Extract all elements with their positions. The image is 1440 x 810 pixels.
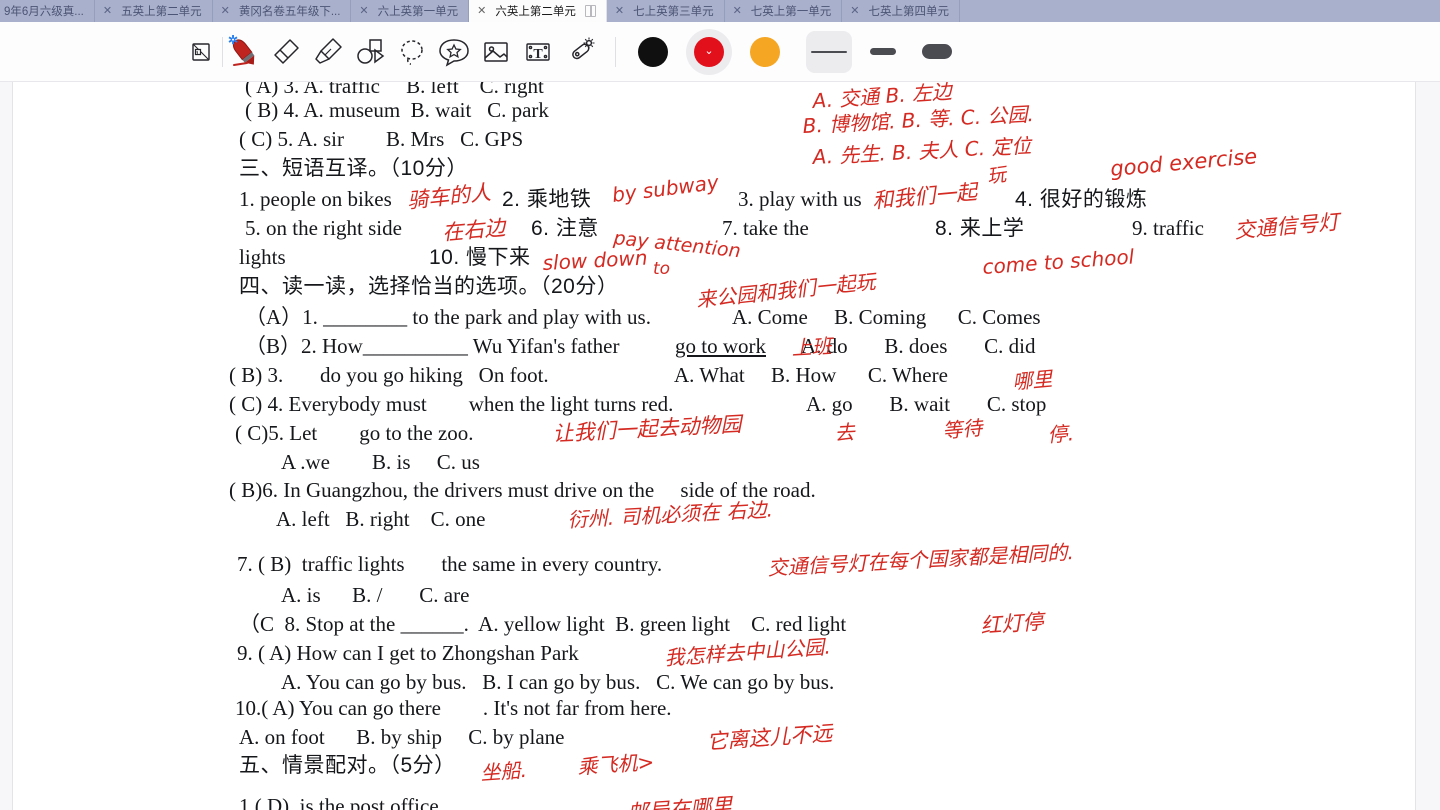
worksheet-line: 6. 注意 <box>531 217 599 240</box>
color-swatch-red[interactable]: ⌄ <box>686 28 732 75</box>
worksheet-line: 10. 慢下来 <box>429 246 531 269</box>
browser-tab-bar[interactable]: 9年6月六级真... ✕ 五英上第二单元 ✕ 黄冈名卷五年级下... ✕ 六上英… <box>0 0 1440 22</box>
worksheet-line: 8. 来上学 <box>935 217 1025 240</box>
close-icon[interactable]: ✕ <box>477 5 486 17</box>
worksheet-line: 五、情景配对。（5分） <box>239 754 456 777</box>
magic-wand-icon[interactable] <box>559 31 601 73</box>
worksheet-line: A .we B. is C. us <box>281 450 480 474</box>
worksheet-line: 9. ( A) How can I get to Zhongshan Park <box>237 641 579 665</box>
worksheet-line: ( B) 3. do you go hiking On foot. <box>229 363 549 387</box>
worksheet-line: A. is B. / C. are <box>281 583 470 607</box>
document-viewport[interactable]: ( A) 3. A. traffic B. left C. right( B) … <box>0 82 1440 810</box>
pen-icon[interactable]: ✲ <box>223 31 265 73</box>
worksheet-line: ( B)6. In Guangzhou, the drivers must dr… <box>229 478 816 502</box>
worksheet-line: A. left B. right C. one <box>276 507 486 531</box>
page-annotate-icon[interactable]: a <box>180 31 222 73</box>
worksheet-line: （A）1. ________ to the park and play with… <box>245 305 651 329</box>
chevron-down-icon: ⌄ <box>704 45 714 57</box>
stroke-width-thin-button[interactable] <box>806 30 852 73</box>
worksheet-line: （B）2. How__________ Wu Yifan's father <box>245 334 625 358</box>
tab-label: 七英上第四单元 <box>868 6 950 18</box>
tab-label: 六上英第一单元 <box>377 6 459 18</box>
worksheet-line: go to work <box>675 334 766 358</box>
text-icon[interactable]: T <box>517 31 559 73</box>
tab-item-active[interactable]: ✕ 六英上第二单元 <box>469 0 607 22</box>
color-swatch-black[interactable] <box>630 29 676 75</box>
color-red-dot: ⌄ <box>694 36 724 67</box>
worksheet-line: 7. ( B) traffic lights the same in every… <box>237 552 663 576</box>
worksheet-line: A. What B. How C. Where <box>674 363 948 387</box>
worksheet-line: 10.( A) You can go there . It's not far … <box>235 696 672 720</box>
stroke-width-thick-button[interactable] <box>914 31 960 73</box>
worksheet-line: A. Come B. Coming C. Comes <box>732 305 1041 329</box>
worksheet-line: 5. on the right side <box>245 216 402 240</box>
worksheet-line: ( A) 3. A. traffic B. left C. right <box>245 82 544 98</box>
worksheet-line: 1. people on bikes <box>239 187 392 211</box>
color-black-dot <box>638 36 668 67</box>
tab-item[interactable]: ✕ 七上英第三单元 <box>606 0 725 22</box>
tab-item[interactable]: ✕ 六上英第一单元 <box>351 0 470 22</box>
tab-label: 五英上第二单元 <box>121 6 202 18</box>
color-orange-dot <box>750 36 780 67</box>
sticker-icon[interactable] <box>433 31 475 73</box>
tab-item[interactable]: ✕ 五英上第二单元 <box>94 0 213 22</box>
worksheet-line: A. go B. wait C. stop <box>806 392 1047 416</box>
stroke-thin-line <box>811 50 847 53</box>
close-icon[interactable]: ✕ <box>850 5 859 17</box>
close-icon[interactable]: ✕ <box>221 5 230 17</box>
worksheet-line: A. on foot B. by ship C. by plane <box>239 725 565 749</box>
tab-label: 六英上第二单元 <box>495 6 576 18</box>
shapes-icon[interactable] <box>349 31 391 73</box>
close-icon[interactable]: ✕ <box>733 5 742 17</box>
worksheet-line: ( C)5. Let go to the zoo. <box>235 421 474 445</box>
color-swatch-orange[interactable] <box>742 29 788 75</box>
worksheet-line: A. You can go by bus. B. I can go by bus… <box>281 670 835 694</box>
svg-text:T: T <box>533 47 543 62</box>
image-icon[interactable] <box>475 31 517 73</box>
tab-label: 七英上第一单元 <box>750 6 832 18</box>
annotation-toolbar[interactable]: a ✲ T ⌄ <box>0 22 1440 82</box>
stroke-width-medium-button[interactable] <box>860 31 906 73</box>
worksheet-line: A. do B. does C. did <box>801 334 1036 358</box>
tab-label: 黄冈名卷五年级下... <box>238 6 341 18</box>
highlighter-icon[interactable] <box>307 31 349 73</box>
worksheet-text-layer: ( A) 3. A. traffic B. left C. right( B) … <box>13 82 1417 810</box>
tab-label: 9年6月六级真... <box>4 6 84 18</box>
tab-item[interactable]: ✕ 黄冈名卷五年级下... <box>212 0 352 22</box>
close-icon[interactable]: ✕ <box>103 5 112 17</box>
worksheet-page: ( A) 3. A. traffic B. left C. right( B) … <box>12 82 1416 810</box>
tab-item[interactable]: ✕ 七英上第一单元 <box>724 0 843 22</box>
worksheet-line: 9. traffic <box>1132 216 1204 240</box>
worksheet-line: ( C) 4. Everybody must when the light tu… <box>229 392 674 416</box>
worksheet-line: 7. take the <box>722 216 809 240</box>
worksheet-line: ( B) 4. A. museum B. wait C. park <box>245 98 549 122</box>
worksheet-line: 四、读一读，选择恰当的选项。（20分） <box>239 275 619 298</box>
worksheet-line: ( C) 5. A. sir B. Mrs C. GPS <box>239 127 524 151</box>
worksheet-line: 2. 乘地铁 <box>502 188 592 211</box>
toolbar-divider <box>615 36 616 67</box>
close-icon[interactable]: ✕ <box>359 5 368 17</box>
svg-text:a: a <box>195 48 199 57</box>
tab-item[interactable]: ✕ 七英上第四单元 <box>842 0 961 22</box>
worksheet-line: lights <box>239 245 286 269</box>
stroke-medium-line <box>870 48 896 55</box>
close-icon[interactable]: ✕ <box>615 5 624 17</box>
tab-item[interactable]: 9年6月六级真... <box>0 0 95 22</box>
worksheet-line: 三、短语互译。（10分） <box>239 157 468 180</box>
stroke-thick-line <box>922 44 952 59</box>
eraser-icon[interactable] <box>265 31 307 73</box>
worksheet-line: 4. 很好的锻炼 <box>1015 188 1148 211</box>
worksheet-line: 1.( D) is the post office <box>239 794 439 810</box>
bluetooth-icon: ✲ <box>228 32 239 47</box>
worksheet-line: （C 8. Stop at the ______. A. yellow ligh… <box>239 612 847 636</box>
split-view-icon[interactable] <box>584 5 596 17</box>
tab-label: 七上英第三单元 <box>633 6 714 18</box>
worksheet-line: 3. play with us <box>738 187 862 211</box>
lasso-select-icon[interactable] <box>391 31 433 73</box>
